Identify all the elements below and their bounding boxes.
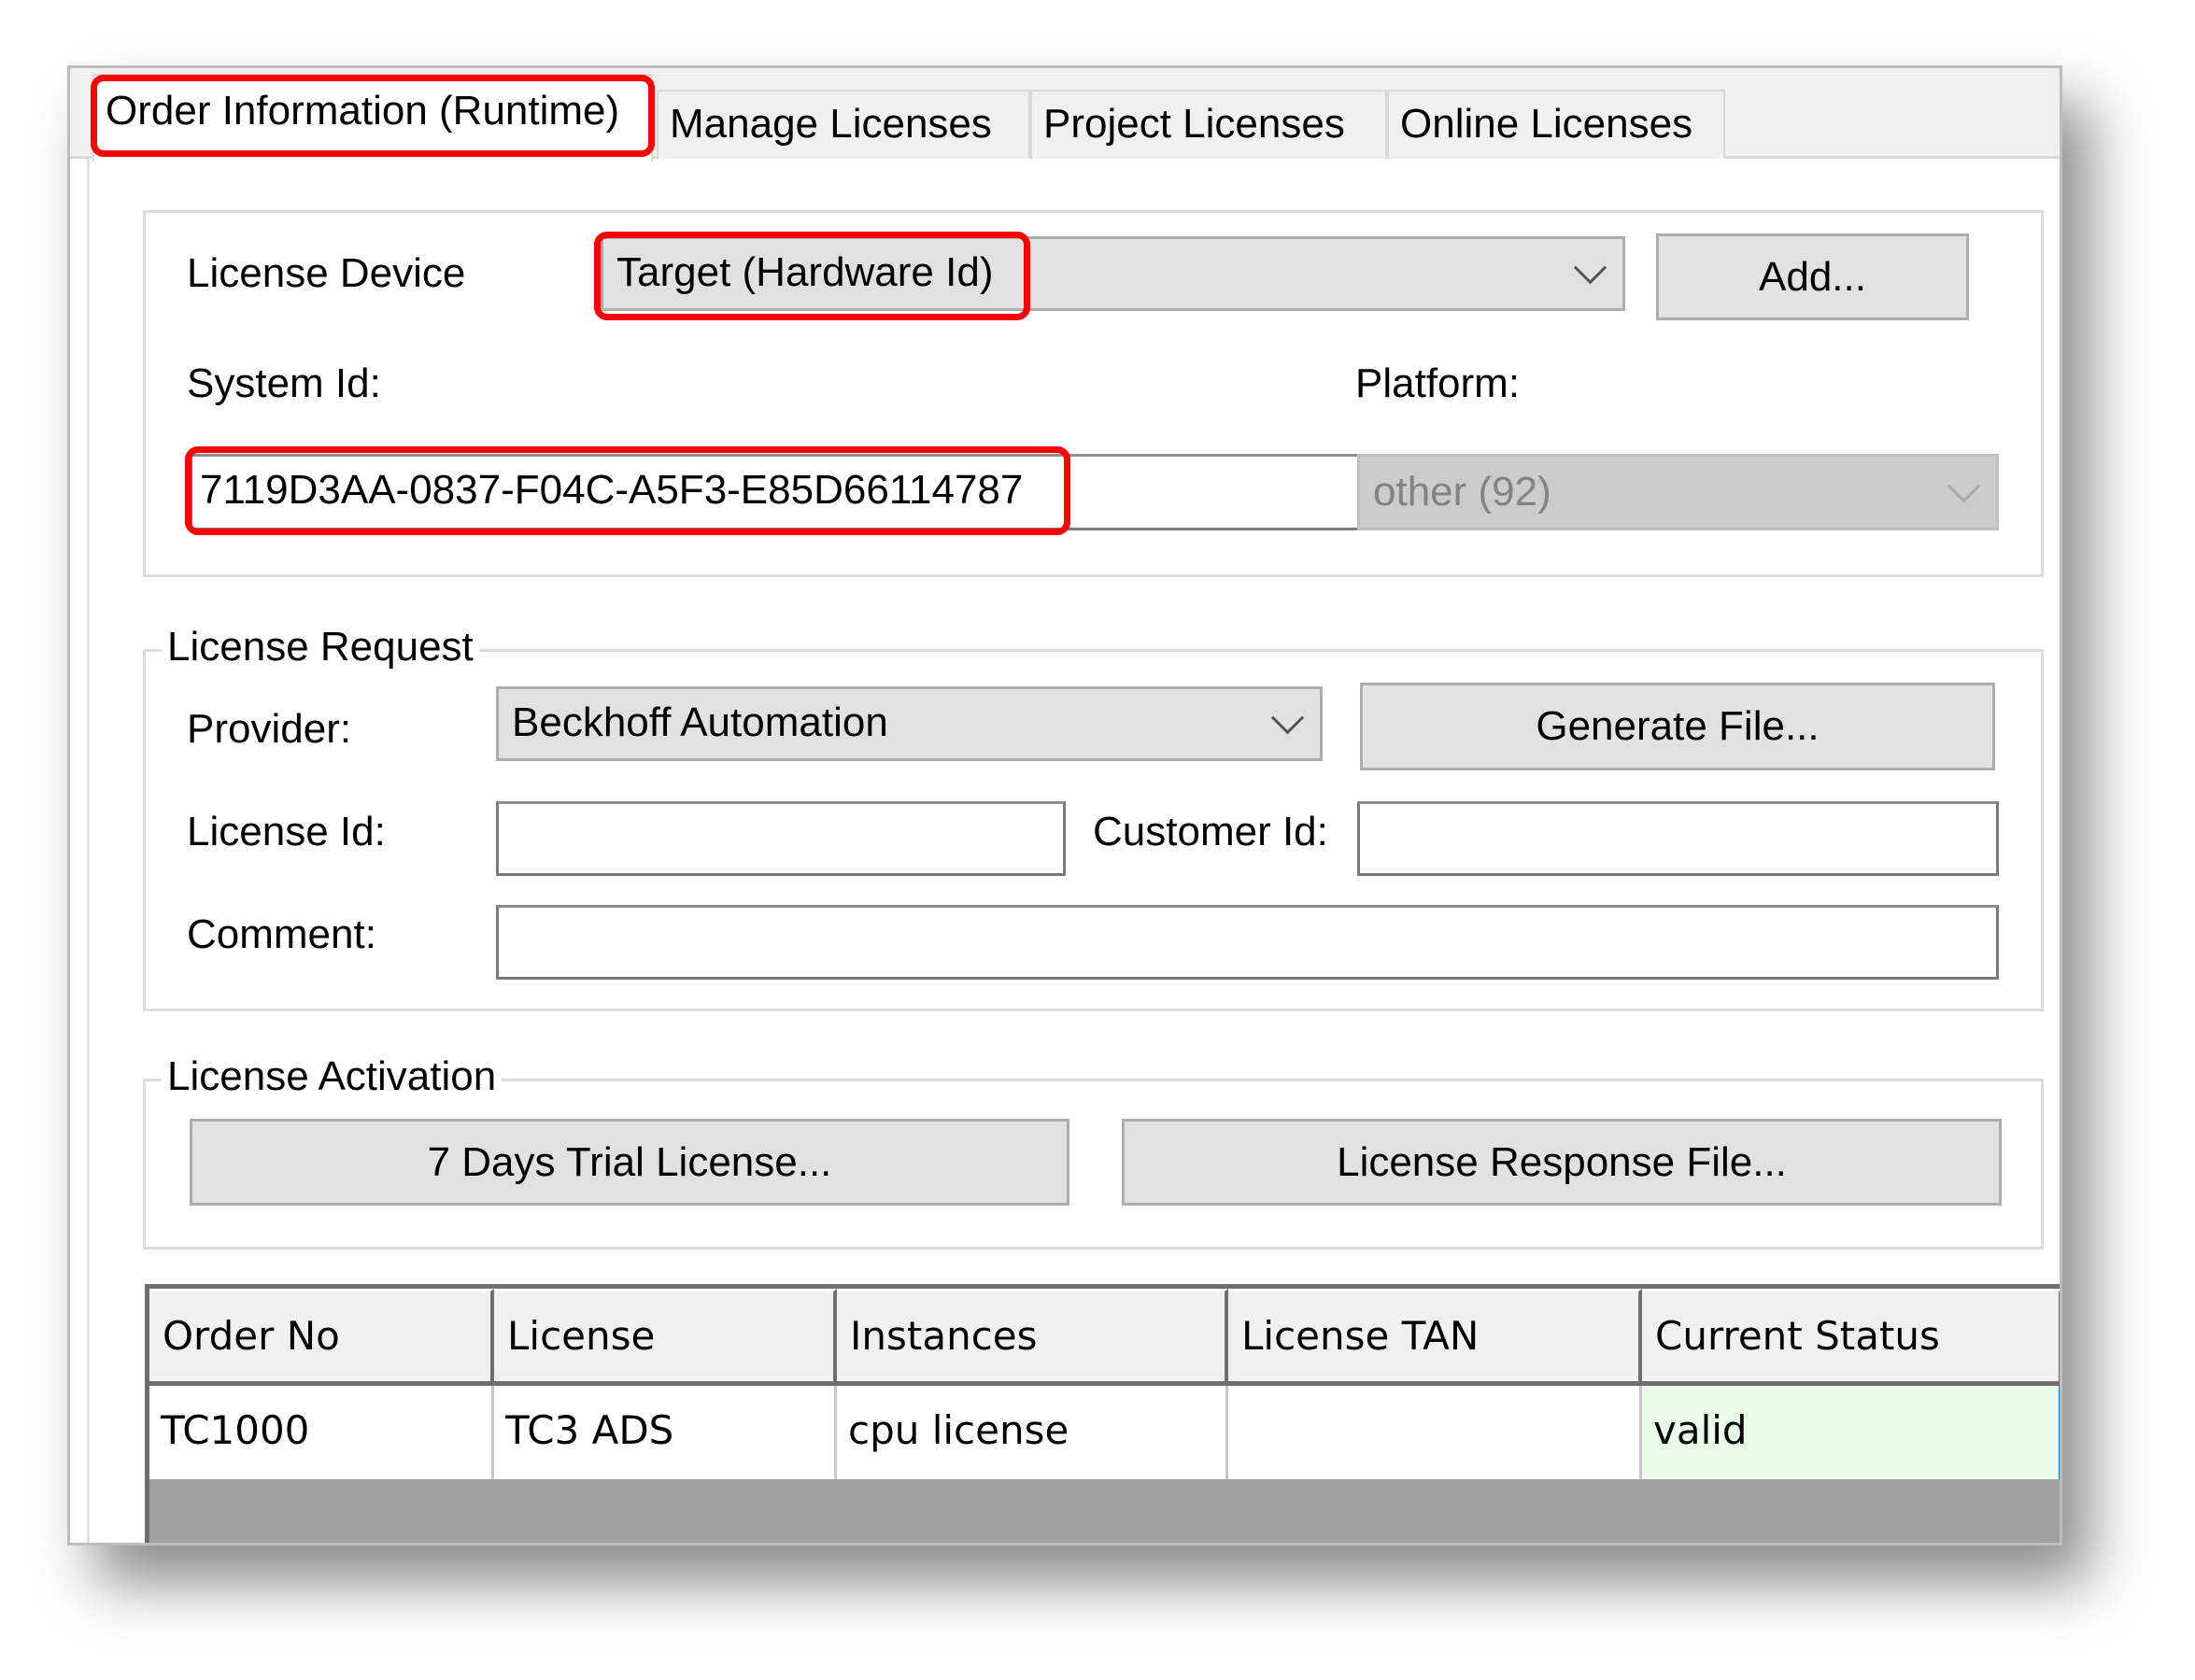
tab-label: Order Information (Runtime) [106, 88, 620, 134]
tab-label: Manage Licenses [670, 101, 992, 147]
column-header-label: Current Status [1655, 1313, 1940, 1359]
customer-id-field[interactable] [1357, 801, 1999, 876]
column-header-order-no[interactable]: Order No [149, 1289, 494, 1386]
add-button-label: Add... [1759, 253, 1866, 300]
tab-manage-licenses[interactable]: Manage Licenses [657, 90, 1030, 159]
license-response-label: License Response File... [1337, 1138, 1787, 1185]
trial-license-label: 7 Days Trial License... [427, 1138, 832, 1185]
system-id-field[interactable]: 7119D3AA-0837-F04C-A5F3-E85D66114787 [190, 454, 1390, 530]
generate-file-button[interactable]: Generate File... [1360, 683, 1995, 770]
trial-license-button[interactable]: 7 Days Trial License... [190, 1119, 1069, 1206]
column-header-label: License TAN [1241, 1313, 1480, 1359]
licenses-table: Order No License Instances License TAN C… [145, 1284, 2060, 1543]
license-id-field[interactable] [496, 801, 1066, 876]
tab-label: Online Licenses [1400, 101, 1693, 147]
tab-strip: Order Information (Runtime) Manage Licen… [70, 68, 2060, 162]
cell-current-status: valid [1642, 1386, 2060, 1479]
column-header-label: License [507, 1313, 656, 1359]
chevron-down-icon [1270, 701, 1305, 735]
provider-label: Provider: [187, 706, 352, 752]
chevron-down-icon [1573, 251, 1607, 285]
provider-dropdown[interactable]: Beckhoff Automation [496, 686, 1323, 761]
table-row[interactable]: TC1000 TC3 ADS cpu license valid [149, 1386, 2060, 1479]
license-device-label: License Device [187, 250, 466, 296]
license-request-legend: License Request [162, 625, 479, 670]
license-response-file-button[interactable]: License Response File... [1122, 1119, 2002, 1206]
generate-file-label: Generate File... [1536, 703, 1820, 749]
license-activation-legend: License Activation [162, 1054, 503, 1099]
column-header-instances[interactable]: Instances [837, 1289, 1228, 1386]
comment-field[interactable] [496, 905, 1999, 980]
column-header-current-status[interactable]: Current Status [1642, 1289, 2060, 1386]
cell-license: TC3 ADS [494, 1386, 837, 1479]
platform-label: Platform: [1355, 360, 1521, 406]
license-dialog: Order Information (Runtime) Manage Licen… [67, 65, 2062, 1546]
customer-id-label: Customer Id: [1093, 809, 1328, 854]
tab-order-information[interactable]: Order Information (Runtime) [92, 74, 653, 162]
add-button[interactable]: Add... [1656, 233, 1969, 320]
comment-label: Comment: [187, 911, 376, 957]
system-id-label: System Id: [187, 360, 381, 406]
license-device-dropdown[interactable]: Target (Hardware Id) [601, 236, 1625, 311]
license-device-value: Target (Hardware Id) [616, 249, 994, 295]
license-id-label: License Id: [187, 809, 386, 854]
cell-order-no: TC1000 [149, 1386, 494, 1479]
cell-instances: cpu license [837, 1386, 1228, 1479]
cell-license-tan [1228, 1386, 1642, 1479]
provider-value: Beckhoff Automation [512, 699, 888, 745]
platform-value: other (92) [1373, 469, 1551, 515]
column-header-label: Instances [850, 1313, 1038, 1359]
tab-project-licenses[interactable]: Project Licenses [1030, 90, 1387, 159]
column-header-label: Order No [163, 1313, 340, 1359]
column-header-license-tan[interactable]: License TAN [1228, 1289, 1642, 1386]
tab-label: Project Licenses [1043, 101, 1345, 147]
platform-dropdown: other (92) [1357, 454, 1999, 530]
tab-online-licenses[interactable]: Online Licenses [1387, 90, 1725, 159]
table-header: Order No License Instances License TAN C… [149, 1289, 2060, 1386]
chevron-down-icon [1947, 470, 1981, 503]
system-id-value: 7119D3AA-0837-F04C-A5F3-E85D66114787 [200, 467, 1024, 513]
column-header-license[interactable]: License [494, 1289, 837, 1386]
